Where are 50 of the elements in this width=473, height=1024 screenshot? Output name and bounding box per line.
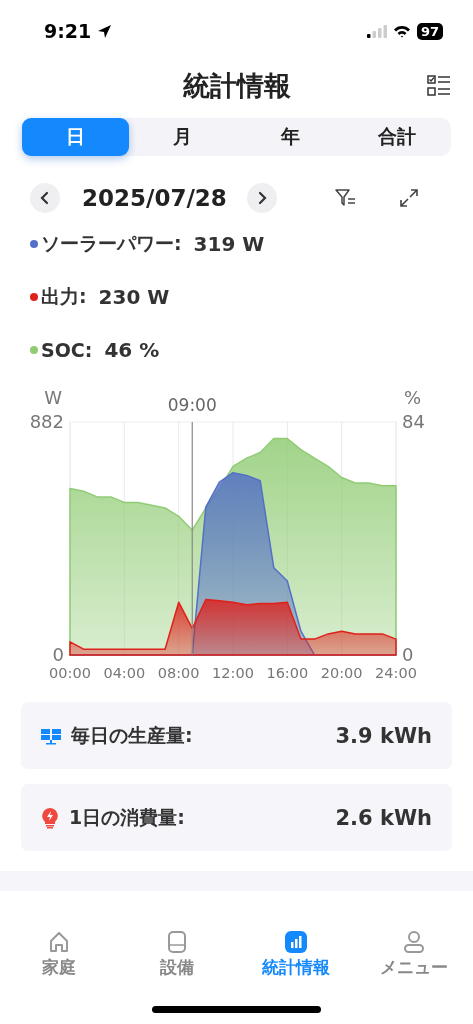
previous-button[interactable] — [30, 183, 60, 213]
y-axis-label: 84 — [402, 411, 425, 432]
legend-label: SOC: — [41, 339, 93, 361]
next-button[interactable] — [246, 183, 277, 213]
summary-label: 毎日の生産量: — [71, 722, 194, 748]
filter-icon[interactable] — [334, 188, 357, 208]
date-label: 2025/07/28 — [82, 185, 227, 211]
legend-value: 230 W — [98, 285, 170, 309]
wifi-icon — [392, 24, 411, 38]
summary-value: 3.9 kWh — [335, 723, 432, 748]
cursor-time-label: 09:00 — [167, 395, 217, 415]
x-axis-label: 24:00 — [375, 665, 417, 681]
period-tab[interactable]: 合計 — [343, 118, 451, 156]
location-arrow-icon — [97, 23, 113, 39]
status-time: 9:21 — [44, 20, 92, 42]
signal-icon — [366, 24, 387, 38]
summary-value: 2.6 kWh — [335, 805, 432, 830]
y-axis-label: 0 — [52, 644, 64, 665]
person-icon — [401, 930, 426, 954]
page-title: 統計情報 — [182, 69, 291, 103]
battery-level: 97 — [416, 22, 443, 40]
x-axis-label: 00:00 — [49, 665, 91, 681]
tab-bar-item[interactable]: 家庭 — [0, 930, 119, 979]
period-tab[interactable]: 月 — [129, 118, 237, 156]
y-axis-label: 0 — [402, 644, 414, 665]
period-tab[interactable]: 日 — [22, 118, 130, 156]
solar-panel-icon — [41, 726, 61, 745]
tab-bar-item[interactable]: 設備 — [118, 930, 237, 979]
x-axis-label: 20:00 — [320, 665, 363, 681]
chevron-right-icon — [256, 191, 267, 205]
x-axis-label: 16:00 — [266, 665, 309, 681]
x-axis-label: 12:00 — [212, 665, 254, 681]
tab-bar-item[interactable]: メニュー — [354, 930, 473, 979]
legend-value: 319 W — [193, 232, 265, 256]
tab-bar-item[interactable]: 統計情報 — [236, 930, 355, 979]
y-axis-unit: % — [404, 387, 422, 408]
legend-label: 出力: — [41, 284, 87, 309]
x-axis-label: 04:00 — [103, 665, 146, 681]
expand-icon[interactable] — [398, 188, 419, 208]
bar-chart-icon — [283, 930, 308, 954]
y-axis-label: 882 — [29, 411, 64, 432]
checklist-icon[interactable] — [427, 74, 451, 98]
x-axis-label: 08:00 — [157, 665, 200, 681]
lightbulb-icon — [41, 806, 59, 829]
summary-label: 1日の消費量: — [69, 804, 186, 830]
legend-label: ソーラーパワー: — [41, 231, 182, 256]
chevron-left-icon — [40, 191, 50, 205]
period-tab[interactable]: 年 — [236, 118, 344, 156]
y-axis-unit: W — [44, 387, 62, 408]
legend-value: 46 % — [104, 338, 160, 362]
